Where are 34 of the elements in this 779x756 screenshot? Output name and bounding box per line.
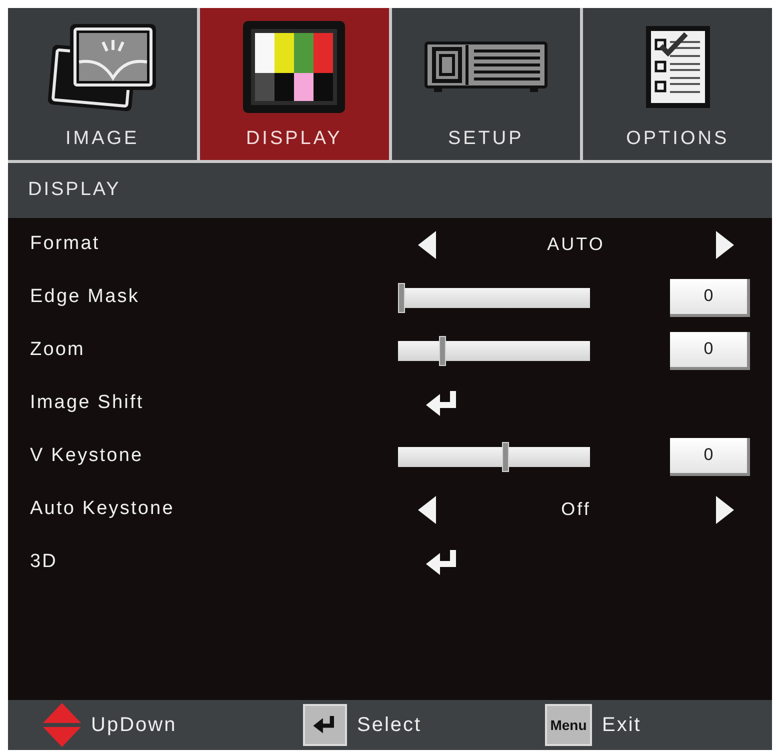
color-bars-monitor-icon xyxy=(243,21,346,113)
value-readout: 0 xyxy=(670,332,750,370)
right-arrow-icon[interactable] xyxy=(716,230,734,258)
up-down-icon xyxy=(43,703,81,747)
photos-icon xyxy=(46,22,158,112)
option-value: AUTO xyxy=(547,233,605,256)
footer-hint: Exit xyxy=(602,713,642,738)
setting-label: Format xyxy=(30,233,100,254)
menu-tab[interactable]: OPTIONS xyxy=(583,8,772,163)
value-readout: 0 xyxy=(670,438,750,476)
value-readout: 0 xyxy=(670,278,750,316)
slider-thumb[interactable] xyxy=(502,442,509,472)
left-arrow-icon[interactable] xyxy=(418,496,436,524)
setting-label: Auto Keystone xyxy=(30,498,174,520)
left-arrow-icon[interactable] xyxy=(418,230,436,258)
menu-tab[interactable]: SETUP xyxy=(392,8,580,163)
menu-key: Menu xyxy=(545,704,592,746)
option-value: Off xyxy=(561,498,591,521)
slider-thumb[interactable] xyxy=(438,336,446,366)
setting-label: 3D xyxy=(30,551,58,572)
section-title: DISPLAY xyxy=(28,178,121,202)
enter-key-icon xyxy=(303,704,347,746)
slider-thumb[interactable] xyxy=(398,282,405,312)
footer-hint: UpDown xyxy=(91,713,177,738)
setting-label: Zoom xyxy=(30,339,85,360)
setting-label: Image Shift xyxy=(30,392,144,414)
projector-icon xyxy=(424,41,548,93)
footer-hint: Select xyxy=(357,713,422,738)
menu-tab[interactable]: DISPLAY xyxy=(200,8,388,163)
checklist-icon xyxy=(646,26,710,108)
setting-label: Edge Mask xyxy=(30,286,140,308)
setting-label: V Keystone xyxy=(30,445,144,466)
menu-tab[interactable]: IMAGE xyxy=(8,8,197,163)
right-arrow-icon[interactable] xyxy=(716,496,734,524)
